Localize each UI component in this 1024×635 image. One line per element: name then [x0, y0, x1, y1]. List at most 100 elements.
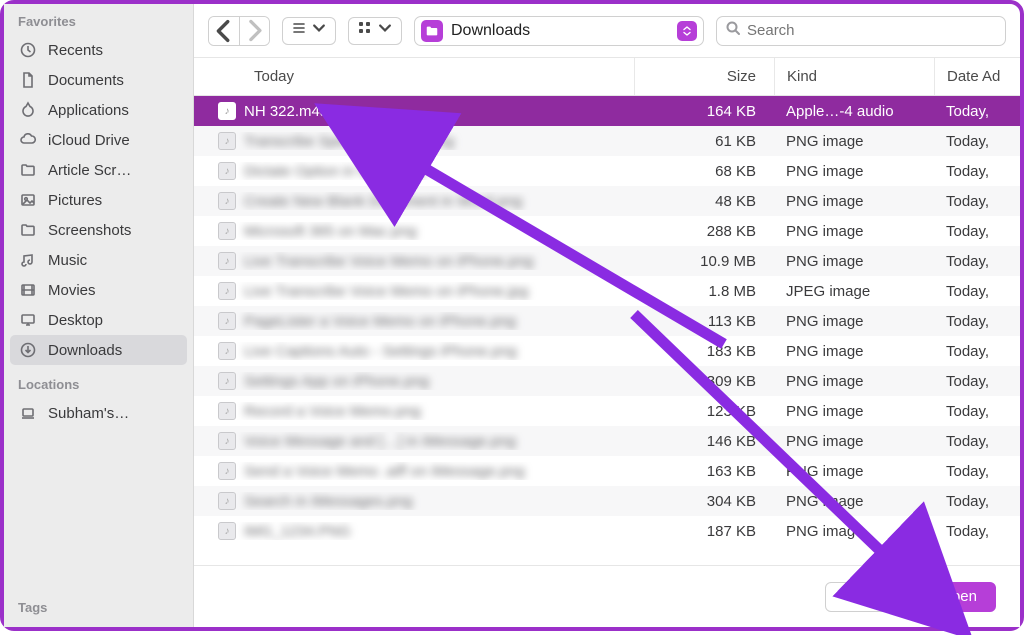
music-icon: [18, 250, 38, 270]
file-row[interactable]: ♪PageLister a Voice Memo on iPhone.png11…: [194, 306, 1020, 336]
search-input[interactable]: [747, 22, 997, 39]
location-name: Downloads: [451, 22, 669, 40]
file-row[interactable]: ♪ Live Transcribe Voice Memo on iPhone.jp…: [194, 276, 1020, 306]
folder-icon: [18, 160, 38, 180]
doc-icon: [18, 70, 38, 90]
file-row[interactable]: ♪Voice Message and […] in iMessage.png14…: [194, 426, 1020, 456]
cancel-button[interactable]: Cancel: [825, 582, 910, 612]
sidebar-item-desktop[interactable]: Desktop: [4, 305, 193, 335]
sidebar-item-label: Downloads: [48, 342, 122, 359]
file-size: 183 KB: [634, 343, 774, 360]
sidebar-item-label: iCloud Drive: [48, 132, 130, 149]
file-icon: ♪: [218, 132, 236, 150]
column-date[interactable]: Date Ad: [934, 58, 1020, 95]
file-kind: PNG image: [774, 343, 934, 360]
file-size: 309 KB: [634, 373, 774, 390]
file-size: 1.8 MB: [634, 283, 774, 300]
grid-icon: [357, 20, 373, 41]
dialog-footer: Cancel Open: [194, 565, 1020, 627]
file-row[interactable]: ♪Transcribe Speech in Word.png61 KBPNG i…: [194, 126, 1020, 156]
sidebar-item-label: Recents: [48, 42, 103, 59]
sidebar-item-label: Documents: [48, 72, 124, 89]
sidebar-item-documents[interactable]: Documents: [4, 65, 193, 95]
sidebar-item-article-scr-[interactable]: Article Scr…: [4, 155, 193, 185]
sidebar-item-label: Movies: [48, 282, 96, 299]
file-row[interactable]: ♪Send a Voice Memo .aiff on iMessage.png…: [194, 456, 1020, 486]
folder-icon: [18, 220, 38, 240]
file-size: 61 KB: [634, 133, 774, 150]
location-dropdown[interactable]: Downloads: [414, 16, 704, 46]
file-size: 113 KB: [634, 313, 774, 330]
file-icon: ♪: [218, 252, 236, 270]
file-row[interactable]: ♪Create New Blank Document in Word.png48…: [194, 186, 1020, 216]
sidebar-item-label: Pictures: [48, 192, 102, 209]
chevron-down-icon: [311, 20, 327, 41]
chevron-down-icon: [377, 20, 393, 41]
file-name: Live Transcribe Voice Memo on iPhone.jpg: [244, 283, 528, 300]
file-name: Microsoft 365 on Mac.png: [244, 223, 417, 240]
column-kind[interactable]: Kind: [774, 58, 934, 95]
file-date: Today,: [934, 493, 1020, 510]
file-date: Today,: [934, 133, 1020, 150]
file-size: 123 KB: [634, 403, 774, 420]
list-view-button[interactable]: [282, 17, 336, 45]
column-size[interactable]: Size: [634, 58, 774, 95]
file-size: 68 KB: [634, 163, 774, 180]
file-size: 48 KB: [634, 193, 774, 210]
sidebar-item-music[interactable]: Music: [4, 245, 193, 275]
file-size: 288 KB: [634, 223, 774, 240]
back-button[interactable]: [209, 17, 239, 45]
file-size: 187 KB: [634, 523, 774, 540]
sidebar-item-label: Article Scr…: [48, 162, 131, 179]
file-size: 146 KB: [634, 433, 774, 450]
sidebar-item-recents[interactable]: Recents: [4, 35, 193, 65]
group-view-button[interactable]: [348, 17, 402, 45]
file-row[interactable]: ♪Dictate Option in Word.png68 KBPNG imag…: [194, 156, 1020, 186]
file-icon: ♪: [218, 372, 236, 390]
file-kind: PNG image: [774, 223, 934, 240]
file-size: 304 KB: [634, 493, 774, 510]
file-kind: PNG image: [774, 523, 934, 540]
sidebar-item-pictures[interactable]: Pictures: [4, 185, 193, 215]
sidebar-item-icloud-drive[interactable]: iCloud Drive: [4, 125, 193, 155]
sidebar-item-downloads[interactable]: Downloads: [10, 335, 187, 365]
search-field[interactable]: [716, 16, 1006, 46]
sidebar-item-movies[interactable]: Movies: [4, 275, 193, 305]
sidebar-favorites-header: Favorites: [4, 10, 193, 35]
file-icon: ♪: [218, 432, 236, 450]
toolbar: Downloads: [194, 4, 1020, 58]
file-kind: PNG image: [774, 163, 934, 180]
file-row[interactable]: ♪Search in iMessages.png304 KBPNG imageT…: [194, 486, 1020, 516]
file-row[interactable]: ♪Live Captions Auto - Settings iPhone.pn…: [194, 336, 1020, 366]
file-row[interactable]: ♪Settings App on iPhone.png309 KBPNG ima…: [194, 366, 1020, 396]
file-icon: ♪: [218, 522, 236, 540]
apps-icon: [18, 100, 38, 120]
file-row[interactable]: ♪Record a Voice Memo.png123 KBPNG imageT…: [194, 396, 1020, 426]
file-name: Live Transcribe Voice Memo on iPhone.png: [244, 253, 533, 270]
column-name[interactable]: Today: [194, 58, 634, 95]
file-name: IMG_1234.PNG: [244, 523, 351, 540]
sidebar-item-applications[interactable]: Applications: [4, 95, 193, 125]
file-icon: ♪: [218, 342, 236, 360]
sidebar-location-subham-s-[interactable]: Subham's…: [4, 398, 193, 428]
file-date: Today,: [934, 103, 1020, 120]
file-kind: PNG image: [774, 133, 934, 150]
sidebar-item-label: Screenshots: [48, 222, 131, 239]
file-icon: ♪: [218, 282, 236, 300]
file-date: Today,: [934, 223, 1020, 240]
file-row[interactable]: ♪IMG_1234.PNG187 KBPNG imageToday,: [194, 516, 1020, 546]
file-list[interactable]: ♪NH 322.m4a164 KBApple…-4 audioToday,♪Tr…: [194, 96, 1020, 565]
file-row[interactable]: ♪NH 322.m4a164 KBApple…-4 audioToday,: [194, 96, 1020, 126]
file-kind: PNG image: [774, 313, 934, 330]
sidebar-item-label: Desktop: [48, 312, 103, 329]
file-row[interactable]: ♪ Microsoft 365 on Mac.png 288 KBPNG image…: [194, 216, 1020, 246]
file-date: Today,: [934, 193, 1020, 210]
file-kind: PNG image: [774, 253, 934, 270]
sidebar-item-screenshots[interactable]: Screenshots: [4, 215, 193, 245]
open-button[interactable]: Open: [921, 582, 996, 612]
file-date: Today,: [934, 373, 1020, 390]
forward-button[interactable]: [239, 17, 269, 45]
file-icon: ♪: [218, 222, 236, 240]
file-name: Send a Voice Memo .aiff on iMessage.png: [244, 463, 525, 480]
file-row[interactable]: ♪ Live Transcribe Voice Memo on iPhone.pn…: [194, 246, 1020, 276]
